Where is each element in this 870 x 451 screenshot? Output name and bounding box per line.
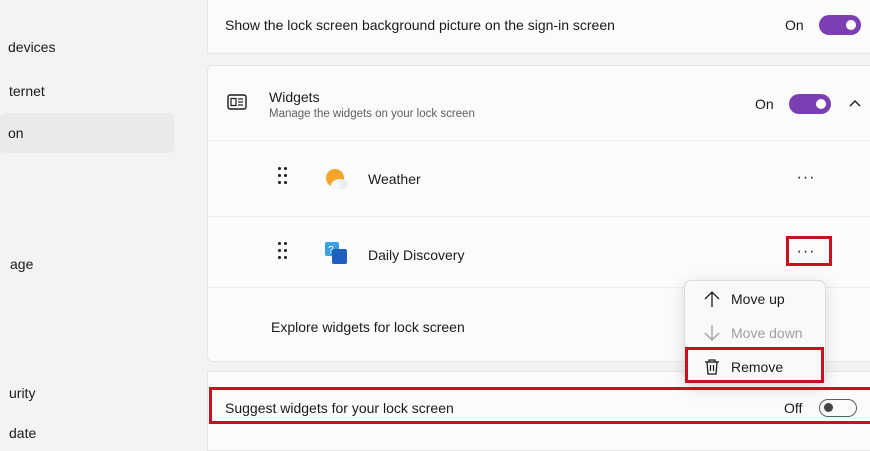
lock-background-toggle[interactable] bbox=[819, 15, 861, 35]
lock-background-label: Show the lock screen background picture … bbox=[225, 17, 615, 33]
widgets-toggle[interactable] bbox=[789, 94, 831, 114]
widget-row-weather: Weather ··· bbox=[208, 141, 870, 216]
arrow-down-icon bbox=[704, 325, 720, 341]
widgets-header[interactable]: Widgets Manage the widgets on your lock … bbox=[208, 66, 870, 140]
toggle-knob bbox=[816, 99, 826, 109]
widgets-state: On bbox=[755, 96, 774, 112]
lock-background-state: On bbox=[785, 17, 804, 33]
sidebar-item-personalization[interactable]: on bbox=[8, 125, 24, 141]
widget-row-daily-discovery: ? Daily Discovery ··· bbox=[208, 217, 870, 287]
svg-text:?: ? bbox=[328, 245, 334, 256]
more-options-button[interactable]: ··· bbox=[794, 168, 818, 188]
highlight-suggest-widgets bbox=[209, 387, 870, 424]
menu-label-move-down: Move down bbox=[731, 325, 803, 341]
explore-widgets-link[interactable]: Explore widgets for lock screen bbox=[271, 319, 465, 335]
toggle-knob bbox=[846, 20, 856, 30]
menu-item-move-up[interactable]: Move up bbox=[685, 283, 825, 315]
sidebar-selected-item[interactable] bbox=[0, 113, 174, 153]
widget-label-weather: Weather bbox=[368, 171, 421, 187]
drag-handle-icon[interactable] bbox=[278, 242, 290, 262]
menu-label-move-up: Move up bbox=[731, 291, 785, 307]
chevron-up-icon[interactable] bbox=[849, 98, 861, 108]
sidebar-item-language[interactable]: age bbox=[10, 256, 33, 272]
highlight-remove bbox=[685, 347, 824, 383]
sidebar-item-security[interactable]: urity bbox=[9, 385, 35, 401]
highlight-more-options bbox=[786, 236, 832, 266]
daily-discovery-icon: ? bbox=[325, 242, 347, 264]
widgets-icon bbox=[227, 94, 247, 110]
menu-item-move-down: Move down bbox=[685, 317, 825, 349]
settings-sidebar: devices ternet on age urity date bbox=[0, 0, 200, 441]
sidebar-item-devices[interactable]: devices bbox=[8, 39, 55, 55]
drag-handle-icon[interactable] bbox=[278, 167, 290, 187]
sidebar-item-update[interactable]: date bbox=[9, 425, 36, 441]
weather-sun-cloud-icon bbox=[326, 169, 348, 189]
widgets-title: Widgets bbox=[269, 89, 320, 105]
sidebar-item-network-internet[interactable]: ternet bbox=[9, 83, 45, 99]
widgets-subtitle: Manage the widgets on your lock screen bbox=[269, 108, 475, 120]
lock-background-card: Show the lock screen background picture … bbox=[207, 0, 870, 54]
widget-label-daily-discovery: Daily Discovery bbox=[368, 247, 465, 263]
arrow-up-icon bbox=[704, 291, 720, 307]
